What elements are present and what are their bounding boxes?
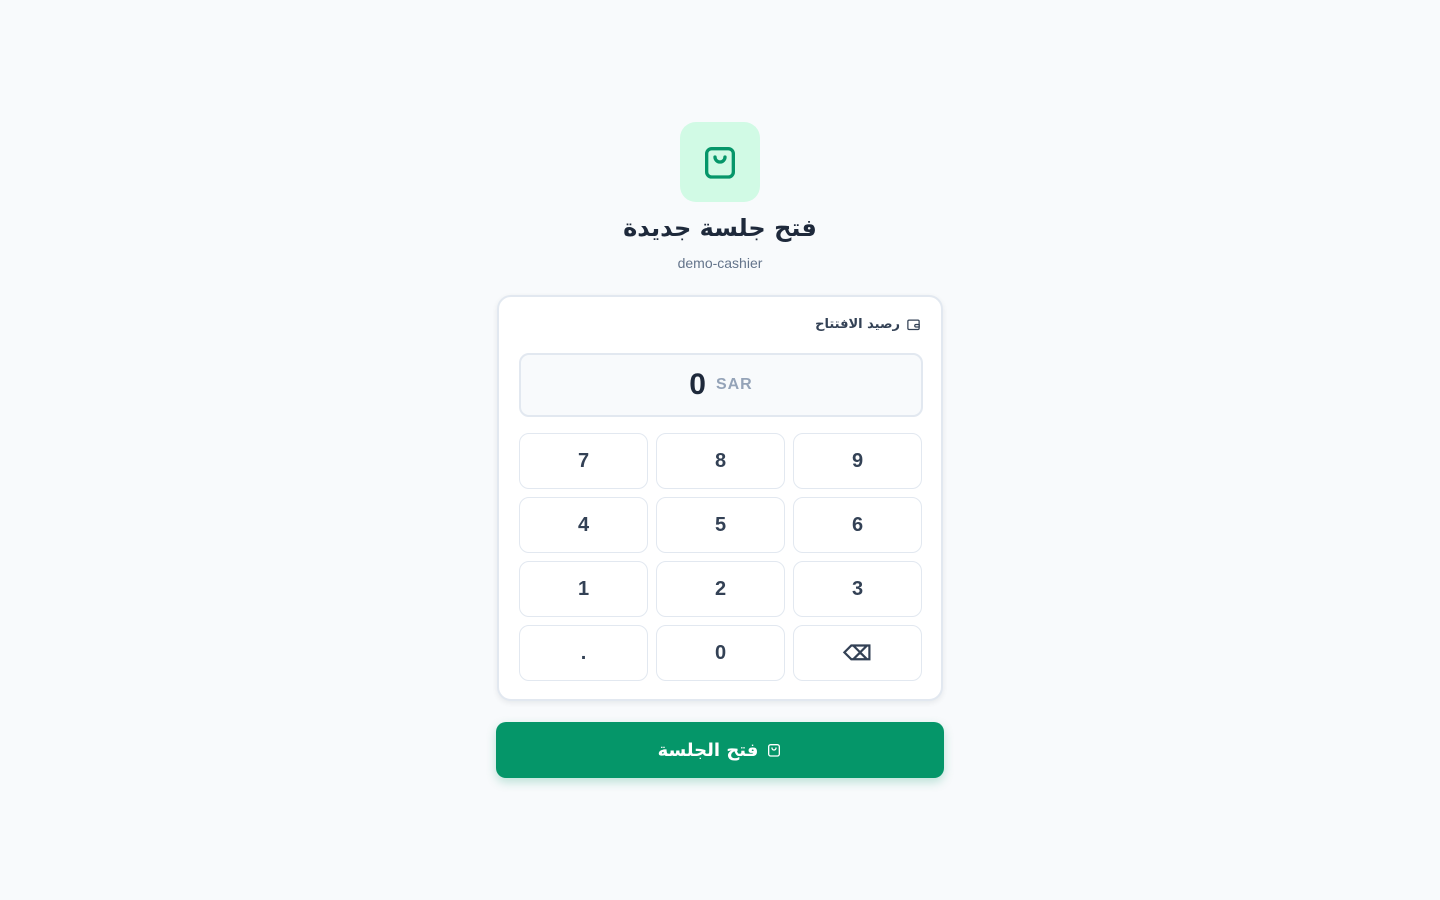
key-5[interactable]: 5 — [656, 497, 785, 553]
opening-balance-label: رصيد الافتتاح — [815, 317, 921, 332]
key-3[interactable]: 3 — [793, 561, 922, 617]
page-title: فتح جلسة جديدة — [623, 214, 817, 242]
opening-balance-card: رصيد الافتتاح 0 SAR 7 8 9 4 5 6 1 2 3 . … — [497, 295, 943, 701]
key-4[interactable]: 4 — [519, 497, 648, 553]
wallet-icon — [906, 317, 921, 332]
logo-badge — [680, 122, 760, 202]
key-backspace[interactable]: ⌫ — [793, 625, 922, 681]
key-9[interactable]: 9 — [793, 433, 922, 489]
open-session-button[interactable]: فتح الجلسة — [496, 722, 944, 778]
key-decimal[interactable]: . — [519, 625, 648, 681]
key-6[interactable]: 6 — [793, 497, 922, 553]
amount-value: 0 — [689, 368, 706, 401]
numeric-keypad: 7 8 9 4 5 6 1 2 3 . 0 ⌫ — [519, 433, 923, 681]
key-7[interactable]: 7 — [519, 433, 648, 489]
shopping-bag-icon — [705, 147, 735, 179]
key-1[interactable]: 1 — [519, 561, 648, 617]
key-0[interactable]: 0 — [656, 625, 785, 681]
key-2[interactable]: 2 — [656, 561, 785, 617]
currency-label: SAR — [715, 376, 753, 393]
key-8[interactable]: 8 — [656, 433, 785, 489]
open-session-button-label: فتح الجلسة — [657, 739, 759, 761]
shopping-bag-icon — [766, 742, 782, 758]
open-session-page: فتح جلسة جديدة demo-cashier رصيد الافتتا… — [0, 0, 1440, 900]
opening-balance-label-text: رصيد الافتتاح — [815, 317, 900, 332]
amount-display[interactable]: 0 SAR — [519, 353, 923, 417]
cashier-name: demo-cashier — [677, 255, 763, 271]
